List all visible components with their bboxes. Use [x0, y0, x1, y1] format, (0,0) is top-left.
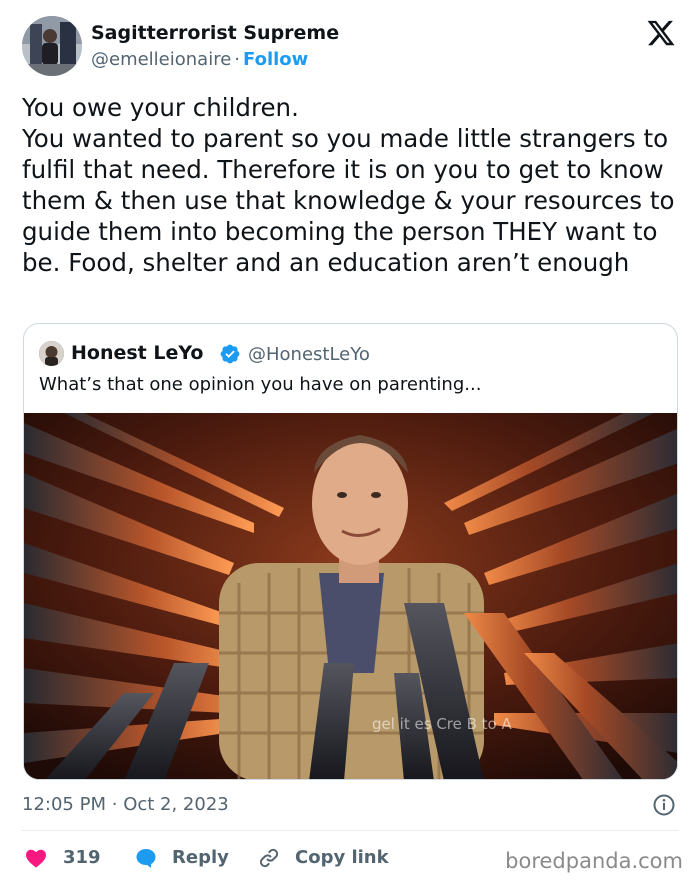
info-icon[interactable]: [652, 793, 676, 817]
knives-meme-image: gel it es Cre B to A: [24, 413, 677, 779]
like-count: 319: [63, 847, 101, 868]
quoted-avatar-image: [39, 341, 64, 366]
media-watermark: gel it es Cre B to A: [372, 715, 513, 733]
tweet-text: You owe your children. You wanted to par…: [22, 93, 675, 277]
avatar-image: [22, 16, 82, 76]
x-logo-icon[interactable]: [646, 18, 676, 48]
divider: [22, 830, 679, 831]
verified-badge-icon: [220, 344, 240, 364]
quoted-author-handle: @HonestLeYo: [248, 344, 370, 365]
tweet-timestamp[interactable]: 12:05 PM · Oct 2, 2023: [22, 794, 229, 815]
copy-link-label: Copy link: [295, 847, 389, 868]
reply-label: Reply: [172, 847, 229, 868]
heart-icon: [26, 849, 46, 868]
handle-separator: ·: [234, 49, 241, 70]
follow-button[interactable]: Follow: [243, 49, 308, 70]
tweet-time: 12:05 PM: [22, 794, 106, 815]
quoted-tweet-card[interactable]: Honest LeYo @HonestLeYo What’s that one …: [23, 323, 678, 780]
tweet-date: Oct 2, 2023: [123, 794, 229, 815]
author-handle-row: @emelleionaire · Follow: [91, 49, 308, 70]
tweet-header: Sagitterrorist Supreme @emelleionaire · Fo…: [22, 16, 682, 78]
link-icon: [259, 848, 279, 868]
author-display-name[interactable]: Sagitterrorist Supreme: [91, 22, 339, 44]
quoted-author-avatar: [39, 341, 64, 366]
site-watermark: boredpanda.com: [505, 849, 683, 873]
author-handle[interactable]: @emelleionaire: [91, 49, 231, 70]
timestamp-separator: ·: [111, 794, 118, 815]
quoted-tweet-text: What’s that one opinion you have on pare…: [39, 374, 482, 395]
author-avatar[interactable]: [22, 16, 82, 76]
reply-bubble-icon: [136, 849, 156, 868]
quoted-author-name: Honest LeYo: [71, 342, 204, 364]
quoted-tweet-media[interactable]: gel it es Cre B to A: [24, 413, 677, 779]
